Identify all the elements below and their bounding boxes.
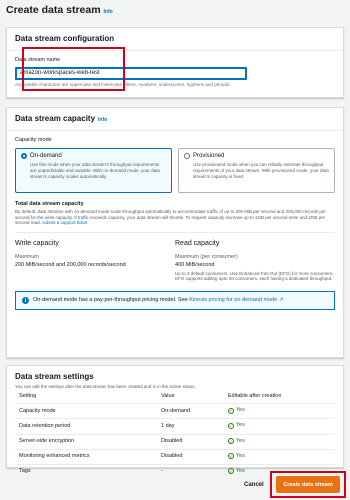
write-capacity-sub: Maximum: [15, 254, 39, 261]
create-data-stream-button[interactable]: Create data stream: [276, 476, 340, 493]
pricing-link[interactable]: Kinesis pricing for on-demand mode: [189, 297, 277, 303]
table-row: Capacity mode On-demand ✓ Yes: [15, 403, 335, 420]
ondemand-desc: Use this mode when your data stream's th…: [30, 162, 160, 180]
table-row: Server-side encryption Disabled ✓ Yes: [15, 434, 335, 450]
write-capacity: Write capacity Maximum 200 MiB/second an…: [15, 239, 175, 282]
capacity-panel: Data stream capacity Info Capacity mode O…: [6, 107, 344, 358]
setting-value: On-demand: [156, 403, 224, 420]
setting-name: Monitoring enhanced metrics: [15, 449, 157, 465]
table-row: Data retention period 1 day ✓ Yes: [15, 418, 335, 435]
info-icon: i: [22, 297, 29, 305]
read-capacity-sub: Maximum (per consumer): [175, 254, 238, 261]
provisioned-label: Provisioned: [193, 152, 225, 159]
check-circle-icon: ✓: [227, 453, 234, 460]
read-capacity: Read capacity Maximum (per consumer) 400…: [175, 239, 335, 282]
ondemand-radio[interactable]: [21, 153, 27, 160]
col-value: Value: [156, 390, 224, 405]
config-heading: Data stream configuration: [7, 28, 343, 52]
setting-name: Tags: [19, 468, 31, 475]
check-circle-icon: ✓: [227, 423, 234, 430]
page-info-link[interactable]: Info: [104, 9, 113, 15]
check-circle-icon: ✓: [227, 468, 234, 475]
editable-status: Yes: [235, 467, 245, 474]
setting-name: Server-side encryption: [15, 434, 157, 450]
page-title: Create data stream Info: [6, 4, 113, 16]
provisioned-desc: Use provisioned mode when you can reliab…: [193, 162, 329, 180]
col-editable: Editable after creation: [223, 390, 335, 405]
total-capacity-title: Total data stream capacity: [15, 200, 84, 207]
write-capacity-value: 200 MiB/second and 200,000 records/secon…: [15, 262, 126, 269]
table-row: Monitoring enhanced metrics Disabled ✓ Ye…: [15, 449, 335, 465]
setting-value: -: [160, 468, 163, 475]
cancel-button[interactable]: Cancel: [244, 482, 264, 490]
stream-name-input[interactable]: [15, 66, 247, 80]
capacity-heading: Data stream capacity Info: [7, 108, 343, 132]
setting-value: Disabled: [156, 434, 224, 450]
read-capacity-value: 400 MiB/second: [175, 262, 215, 269]
settings-table: Setting Value Editable after creation Ca…: [15, 390, 335, 479]
write-capacity-heading: Write capacity: [15, 240, 59, 248]
editable-status: Yes: [235, 452, 245, 459]
editable-status: Yes: [235, 407, 245, 414]
settings-heading: Data stream settings: [15, 372, 94, 381]
pricing-alert: i On-demand mode has a pay-per-throughpu…: [15, 291, 335, 311]
check-circle-icon: ✓: [227, 407, 234, 414]
setting-name: Data retention period: [15, 418, 157, 435]
external-link-icon: ↗: [278, 297, 284, 304]
editable-status: Yes: [235, 422, 245, 429]
check-circle-icon: ✓: [227, 438, 234, 445]
editable-status: Yes: [235, 437, 245, 444]
setting-value: Disabled: [156, 449, 224, 465]
provisioned-option[interactable]: Provisioned Use provisioned mode when yo…: [178, 147, 335, 193]
read-capacity-heading: Read capacity: [175, 240, 220, 248]
total-capacity-desc: By default, data streams with on-demand …: [15, 208, 326, 226]
provisioned-radio[interactable]: [184, 153, 190, 160]
setting-value: 1 day: [156, 418, 224, 435]
stream-name-label: Data stream name: [15, 57, 61, 64]
settings-panel: Data stream settings You can edit the se…: [6, 365, 344, 475]
col-setting: Setting: [15, 390, 157, 405]
ondemand-option[interactable]: On-demand Use this mode when your data s…: [15, 147, 172, 193]
config-panel: Data stream configuration Data stream na…: [6, 27, 344, 98]
read-capacity-desc: Up to 2 default consumers. Use Enhanced …: [175, 270, 334, 282]
stream-name-hint: Acceptable characters are uppercase and …: [15, 81, 231, 87]
capacity-mode-label: Capacity mode: [15, 137, 52, 144]
ondemand-label: On-demand: [30, 152, 62, 159]
support-ticket-link[interactable]: submit a support ticket: [42, 220, 87, 225]
capacity-info-link[interactable]: Info: [98, 117, 107, 123]
setting-name: Capacity mode: [15, 403, 157, 420]
